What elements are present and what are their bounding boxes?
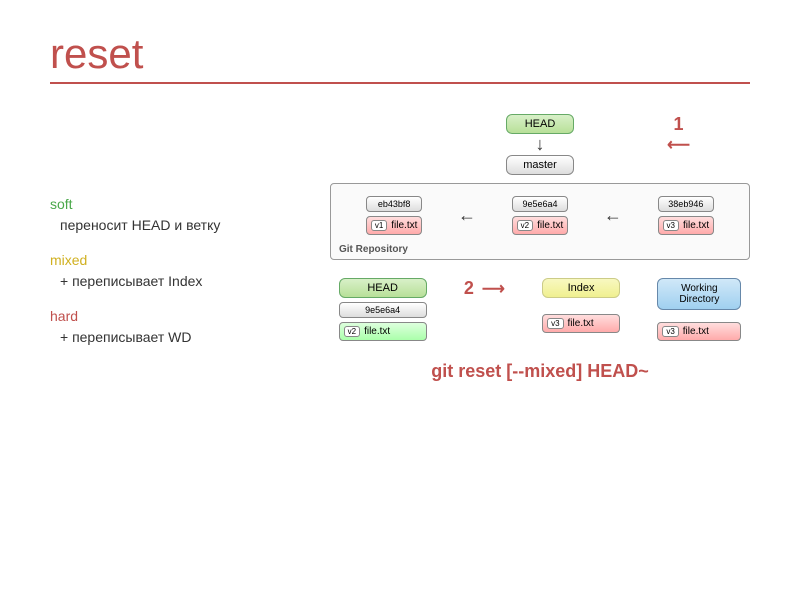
arrow-left-icon: ← [458, 205, 476, 226]
soft-label: soft [50, 194, 310, 215]
file-name: file.txt [683, 220, 709, 231]
master-branch: master [506, 155, 574, 175]
step-1-label: 1 [674, 114, 684, 134]
mixed-label: mixed [50, 250, 310, 271]
wd-title: Working Directory [657, 278, 741, 310]
file-name: file.txt [391, 220, 417, 231]
arrow-right-icon: ⟶ [482, 279, 505, 299]
hard-desc: + переписывает WD [50, 327, 310, 348]
arrow-left-icon: ← [604, 205, 622, 226]
arrow-left-icon: ⟵ [667, 137, 690, 154]
version-tag: v1 [371, 220, 387, 231]
arrow-down-icon: ↓ [536, 134, 545, 155]
file-name: file.txt [364, 326, 390, 337]
file-name: file.txt [537, 220, 563, 231]
mode-descriptions: soft переносит HEAD и ветку mixed + пере… [50, 114, 310, 382]
version-tag: v3 [547, 318, 563, 329]
commit-2: 9e5e6a4 v2 file.txt [512, 196, 569, 235]
commit-hash: 38eb946 [658, 196, 715, 212]
repo-label: Git Repository [339, 244, 408, 255]
head-area: HEAD 9e5e6a4 v2 file.txt [339, 278, 427, 341]
commit-hash: 9e5e6a4 [512, 196, 569, 212]
step-2-label: 2 [464, 278, 474, 299]
version-tag: v3 [663, 220, 679, 231]
commit-1: eb43bf8 v1 file.txt [366, 196, 423, 235]
file-name: file.txt [568, 318, 594, 329]
git-repository: eb43bf8 v1file.txt ← 9e5e6a4 v2file.txt … [330, 183, 750, 260]
command-text: git reset [--mixed] HEAD~ [330, 361, 750, 382]
file-name: file.txt [683, 326, 709, 337]
wd-area: Working Directory v3 file.txt [657, 278, 741, 341]
index-title: Index [542, 278, 620, 298]
head-hash: 9e5e6a4 [339, 302, 427, 318]
head-title: HEAD [339, 278, 427, 298]
version-tag: v3 [662, 326, 678, 337]
index-area: Index v3 file.txt [542, 278, 620, 333]
page-title: reset [50, 30, 750, 78]
version-tag: v2 [517, 220, 533, 231]
diagram-area: HEAD ↓ master 1 ⟵ eb43bf8 v1 file.txt ← 9… [330, 114, 750, 382]
commit-hash: eb43bf8 [366, 196, 423, 212]
head-pointer: HEAD [506, 114, 574, 134]
soft-desc: переносит HEAD и ветку [50, 215, 310, 236]
title-rule [50, 82, 750, 84]
commit-3: 38eb946 v3 file.txt [658, 196, 715, 235]
mixed-desc: + переписывает Index [50, 271, 310, 292]
hard-label: hard [50, 306, 310, 327]
version-tag: v2 [344, 326, 360, 337]
